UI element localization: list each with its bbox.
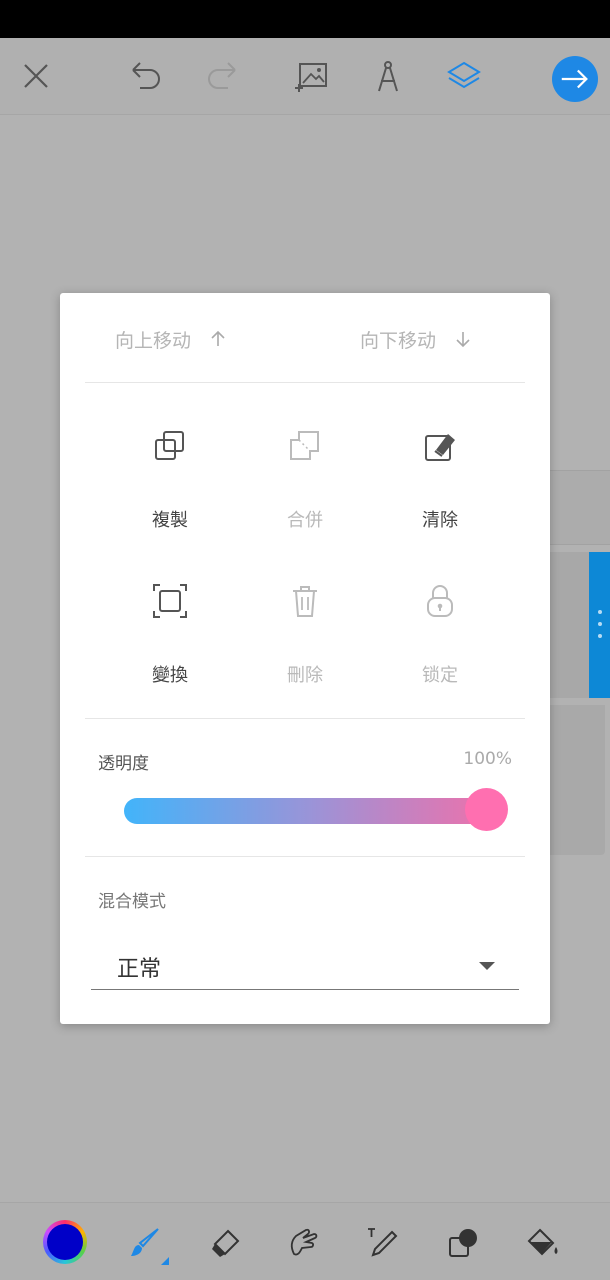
blend-mode-select[interactable]: 正常 (91, 943, 519, 990)
opacity-label: 透明度 (98, 754, 149, 774)
text-pen-tool-button[interactable] (360, 1220, 406, 1266)
background-layer-thumb (550, 552, 590, 698)
undo-button[interactable] (122, 52, 170, 100)
layers-icon (447, 61, 481, 89)
eraser-tool-button[interactable] (202, 1220, 248, 1266)
arrow-down-icon (456, 332, 470, 348)
compass-button[interactable] (364, 52, 412, 100)
delete-button[interactable]: 刪除 (245, 553, 365, 686)
opacity-slider[interactable] (124, 798, 504, 824)
layer-panel-handle[interactable] (589, 552, 610, 698)
divider (85, 718, 525, 719)
top-toolbar (0, 38, 610, 115)
clear-icon (425, 434, 455, 461)
transform-icon (153, 584, 187, 618)
move-up-label: 向上移动 (115, 329, 192, 352)
caret-down-icon (479, 962, 495, 970)
status-bar (0, 0, 610, 38)
arrow-up-icon (211, 330, 225, 346)
lock-icon (427, 585, 453, 617)
merge-icon (290, 431, 319, 460)
eraser-icon (212, 1229, 240, 1257)
undo-icon (132, 62, 160, 89)
divider (85, 382, 525, 383)
smudge-tool-button[interactable] (280, 1220, 326, 1266)
delete-label: 刪除 (287, 665, 323, 686)
duplicate-icon (155, 431, 184, 460)
bottom-toolbar (0, 1202, 610, 1280)
blend-mode-value: 正常 (117, 957, 162, 982)
duplicate-label: 複製 (152, 510, 188, 531)
move-up-button[interactable]: 向上移动 (115, 323, 227, 355)
transform-label: 變換 (152, 665, 188, 686)
merge-label: 合併 (287, 510, 323, 531)
move-down-button[interactable]: 向下移动 (360, 323, 472, 355)
lock-label: 锁定 (422, 665, 458, 686)
layer-options-menu: 向上移动 向下移动 複製 合併 清除 變換 刪除 锁定 透明度 100% 混合模… (60, 293, 550, 1024)
redo-icon (208, 62, 236, 89)
fill-tool-button[interactable] (520, 1220, 566, 1266)
fill-bucket-icon (527, 1228, 558, 1256)
arrow-right-icon (561, 69, 588, 89)
brush-icon (131, 1228, 159, 1256)
opacity-slider-thumb[interactable] (465, 788, 508, 831)
compass-icon (378, 61, 398, 92)
close-icon (24, 64, 48, 88)
divider (85, 856, 525, 857)
move-row: 向上移动 向下移动 (60, 293, 550, 383)
add-image-button[interactable] (288, 52, 336, 100)
layers-button[interactable] (440, 52, 488, 100)
blend-mode-label: 混合模式 (98, 892, 166, 912)
next-button[interactable] (552, 56, 598, 102)
close-button[interactable] (12, 52, 60, 100)
background-layer-panel (550, 470, 610, 545)
clear-button[interactable]: 清除 (380, 398, 500, 531)
current-color (47, 1224, 83, 1260)
color-picker[interactable] (43, 1220, 87, 1264)
background-layer-item (550, 705, 605, 855)
lock-button[interactable]: 锁定 (380, 553, 500, 686)
smudge-icon (290, 1228, 318, 1256)
merge-button[interactable]: 合併 (245, 398, 365, 531)
brush-options-indicator (161, 1257, 169, 1265)
clear-label: 清除 (422, 510, 458, 531)
redo-button[interactable] (198, 52, 246, 100)
opacity-value: 100% (463, 749, 512, 769)
trash-icon (293, 586, 317, 617)
text-pen-icon (368, 1228, 398, 1257)
shape-icon (449, 1229, 477, 1257)
add-image-icon (295, 63, 327, 92)
transform-button[interactable]: 變換 (110, 553, 230, 686)
move-down-label: 向下移动 (360, 329, 437, 352)
duplicate-button[interactable]: 複製 (110, 398, 230, 531)
shape-tool-button[interactable] (440, 1220, 486, 1266)
